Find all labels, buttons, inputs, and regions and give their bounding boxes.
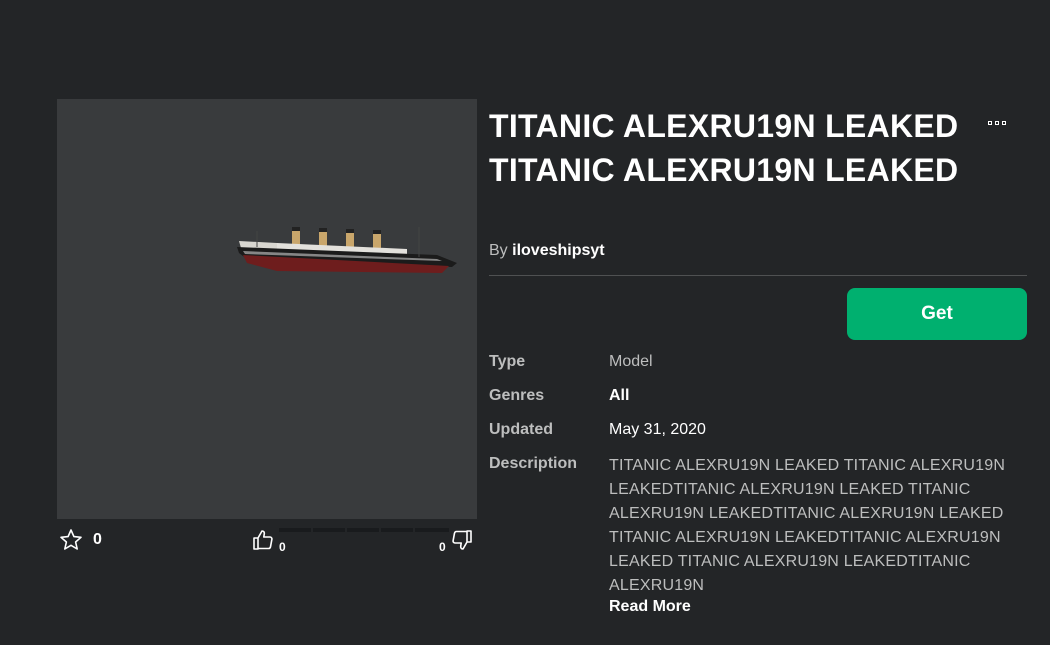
type-label: Type: [489, 353, 526, 370]
creator-link[interactable]: iloveshipsyt: [512, 242, 604, 259]
description-label: Description: [489, 455, 578, 472]
genres-value[interactable]: All: [609, 387, 629, 405]
divider: [489, 275, 1027, 276]
favorite-count: 0: [93, 531, 102, 548]
genres-label: Genres: [489, 387, 545, 404]
upvote-count: 0: [279, 540, 286, 554]
star-icon: [60, 529, 82, 550]
item-thumbnail: [57, 99, 477, 519]
downvote-count: 0: [439, 540, 446, 554]
updated-value: May 31, 2020: [609, 421, 706, 438]
by-label: By: [489, 242, 508, 259]
voting-section: 0 0 0: [57, 526, 477, 556]
more-options-icon[interactable]: [988, 121, 1006, 125]
type-value: Model: [609, 353, 653, 370]
item-title: TITANIC ALEXRU19N LEAKED TITANIC ALEXRU1…: [489, 108, 959, 188]
updated-label: Updated: [489, 421, 553, 438]
thumbs-down-icon[interactable]: [450, 528, 474, 552]
ship-model-image: [237, 227, 457, 273]
thumbs-up-icon[interactable]: [251, 528, 275, 552]
favorite-button[interactable]: 0: [59, 528, 102, 552]
description-text: TITANIC ALEXRU19N LEAKED TITANIC ALEXRU1…: [609, 457, 1006, 594]
vote-ratio-bar: [279, 528, 449, 532]
get-button[interactable]: Get: [847, 288, 1027, 340]
creator-line: By iloveshipsyt: [489, 242, 605, 260]
read-more-link[interactable]: Read More: [609, 598, 691, 616]
